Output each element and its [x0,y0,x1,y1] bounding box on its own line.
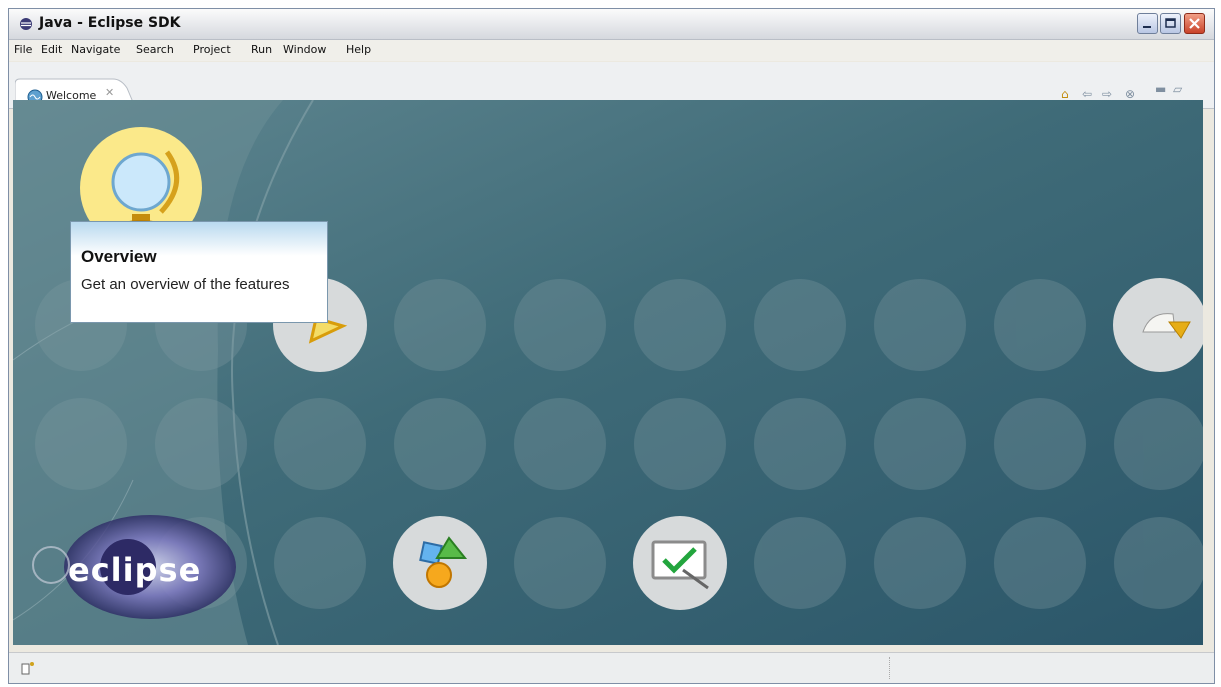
maximize-view-icon[interactable]: ▱ [1173,82,1182,96]
menu-edit[interactable]: Edit [41,43,62,56]
samples-launcher[interactable] [393,516,487,610]
minimize-view-icon[interactable]: ▬ [1155,82,1166,96]
back-icon[interactable]: ⇦ [1082,87,1092,101]
fast-view-icon[interactable] [19,659,39,677]
close-icon[interactable]: ✕ [105,86,114,99]
eclipse-icon [20,18,32,30]
maximize-button[interactable] [1160,13,1181,34]
menu-bar: File Edit Navigate Search Project Run Wi… [9,40,1214,61]
menu-file[interactable]: File [14,43,32,56]
menu-run[interactable]: Run [251,43,272,56]
minimize-button[interactable] [1137,13,1158,34]
overview-description: Get an overview of the features [81,276,290,293]
window-title: Java - Eclipse SDK [39,15,181,31]
menu-search[interactable]: Search [136,43,174,56]
menu-navigate[interactable]: Navigate [71,43,120,56]
eclipse-logo-text: eclipse [68,551,202,589]
menu-help[interactable]: Help [346,43,371,56]
status-divider [889,657,891,679]
whats-new-launcher[interactable] [633,516,727,610]
status-bar [9,652,1214,683]
customize-icon[interactable]: ⊗ [1125,87,1135,101]
menu-project[interactable]: Project [193,43,231,56]
menu-window[interactable]: Window [283,43,326,56]
home-icon[interactable]: ⌂ [1061,87,1069,101]
title-bar: Java - Eclipse SDK [9,9,1214,40]
close-button[interactable] [1184,13,1205,34]
workbench-launcher[interactable] [1113,278,1203,372]
forward-icon[interactable]: ⇨ [1102,87,1112,101]
overview-title: Overview [81,247,157,266]
overview-tooltip: Overview Get an overview of the features [70,221,328,323]
